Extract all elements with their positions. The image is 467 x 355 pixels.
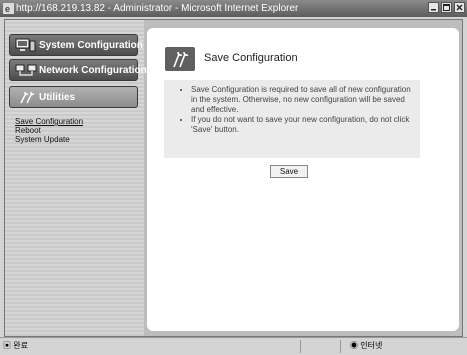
page-done-icon: ▣ [3,341,11,350]
status-done: ▣ 완료 [3,338,28,354]
status-zone: ◉ 인터넷 [350,338,382,354]
minimize-icon [431,9,436,11]
monitor-icon [15,38,36,52]
info-bullet: If you do not want to save your new conf… [191,115,412,135]
nav-network-configuration[interactable]: Network Configuration [9,59,147,81]
status-bar: ▣ 완료 ◉ 인터넷 [0,337,467,355]
sidebar: System Configuration Network Configurati… [5,20,147,336]
globe-icon: ◉ [350,341,358,350]
network-computers-icon [15,64,37,76]
content-panel: Save Configuration Save Configuration is… [147,28,459,331]
minimize-button[interactable] [428,2,439,13]
svg-text:e: e [5,4,10,14]
status-right-text: 인터넷 [360,341,383,350]
maximize-icon [443,4,450,11]
maximize-button[interactable] [441,2,452,13]
page-title: Save Configuration [204,52,298,64]
status-left-text: 완료 [13,341,28,350]
submenu-system-update[interactable]: System Update [15,135,83,144]
close-icon [456,4,463,11]
nav-label: Network Configuration [39,64,147,76]
window-title: http://168.219.13.82 - Administrator - M… [16,3,299,14]
close-button[interactable] [454,2,465,13]
submenu-reboot[interactable]: Reboot [15,126,83,135]
nav-utilities[interactable]: Utilities [9,86,138,108]
nav-system-configuration[interactable]: System Configuration [9,34,143,56]
save-button[interactable]: Save [270,165,308,178]
status-divider [340,340,341,353]
submenu-save-configuration[interactable]: Save Configuration [15,117,83,126]
utilities-submenu: Save Configuration Reboot System Update [15,117,83,144]
internet-explorer-icon: e [3,3,14,14]
nav-label: System Configuration [39,39,143,51]
nav-label: Utilities [39,91,76,103]
window-title-bar: e http://168.219.13.82 - Administrator -… [0,0,467,17]
info-box: Save Configuration is required to save a… [164,80,420,158]
tools-icon [20,91,35,104]
tools-icon [165,47,195,71]
info-bullet: Save Configuration is required to save a… [191,85,412,115]
status-divider [300,340,301,353]
